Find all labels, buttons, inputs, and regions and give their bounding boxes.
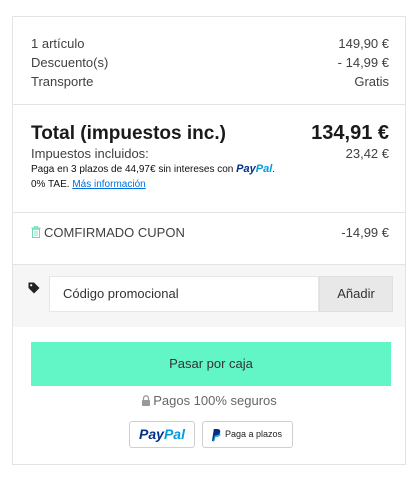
plazos-label: Paga a plazos: [225, 429, 283, 439]
discounts-label: Descuento(s): [31, 55, 109, 70]
trash-icon[interactable]: [31, 226, 41, 238]
discounts-value: - 14,99 €: [337, 55, 389, 70]
more-info-link[interactable]: Más información: [72, 179, 145, 190]
paypal-installments-message: Paga en 3 plazos de 44,97€ sin intereses…: [31, 163, 276, 190]
summary-row-shipping: Transporte Gratis: [31, 74, 389, 92]
items-label: 1 artículo: [31, 36, 85, 51]
coupon-label: COMFIRMADO CUPON: [44, 225, 185, 240]
paypal-p-icon: [212, 429, 221, 442]
total-label: Total (impuestos inc.): [31, 123, 226, 144]
secure-payments-note: Pagos 100% seguros: [13, 393, 405, 408]
shipping-value: Gratis: [354, 74, 389, 89]
items-value: 149,90 €: [338, 36, 389, 51]
total-value: 134,91 €: [311, 122, 389, 144]
paypal-logo: PayPal: [236, 163, 273, 175]
shipping-label: Transporte: [31, 74, 94, 89]
secure-text: Pagos 100% seguros: [153, 393, 277, 408]
lock-icon: [142, 395, 151, 406]
paypal-message-text: Paga en 3 plazos de 44,97€ sin intereses…: [31, 164, 237, 175]
tag-icon: [28, 282, 40, 294]
paypal-apr-text: 0% TAE.: [31, 179, 73, 190]
totals-section: Total (impuestos inc.) 134,91 € Impuesto…: [13, 105, 405, 213]
pay-in-installments-button[interactable]: Paga a plazos: [202, 421, 293, 448]
summary-row-items: 1 artículo 149,90 €: [31, 36, 389, 54]
promo-code-section: Código promocional Añadir: [13, 265, 405, 327]
add-promo-button[interactable]: Añadir: [319, 276, 393, 312]
promo-code-input[interactable]: Código promocional: [49, 276, 319, 312]
coupon-value: -14,99 €: [341, 225, 389, 240]
paypal-button[interactable]: PayPal: [129, 421, 195, 448]
tax-value: 23,42 €: [345, 146, 389, 161]
cart-summary-lines: 1 artículo 149,90 € Descuento(s) - 14,99…: [13, 17, 405, 105]
checkout-button[interactable]: Pasar por caja: [31, 342, 391, 386]
tax-label: Impuestos incluidos:: [31, 146, 149, 161]
applied-coupon-row: COMFIRMADO CUPON -14,99 €: [13, 213, 405, 265]
cart-summary-card: 1 artículo 149,90 € Descuento(s) - 14,99…: [12, 16, 406, 465]
summary-row-discounts: Descuento(s) - 14,99 €: [31, 55, 389, 73]
